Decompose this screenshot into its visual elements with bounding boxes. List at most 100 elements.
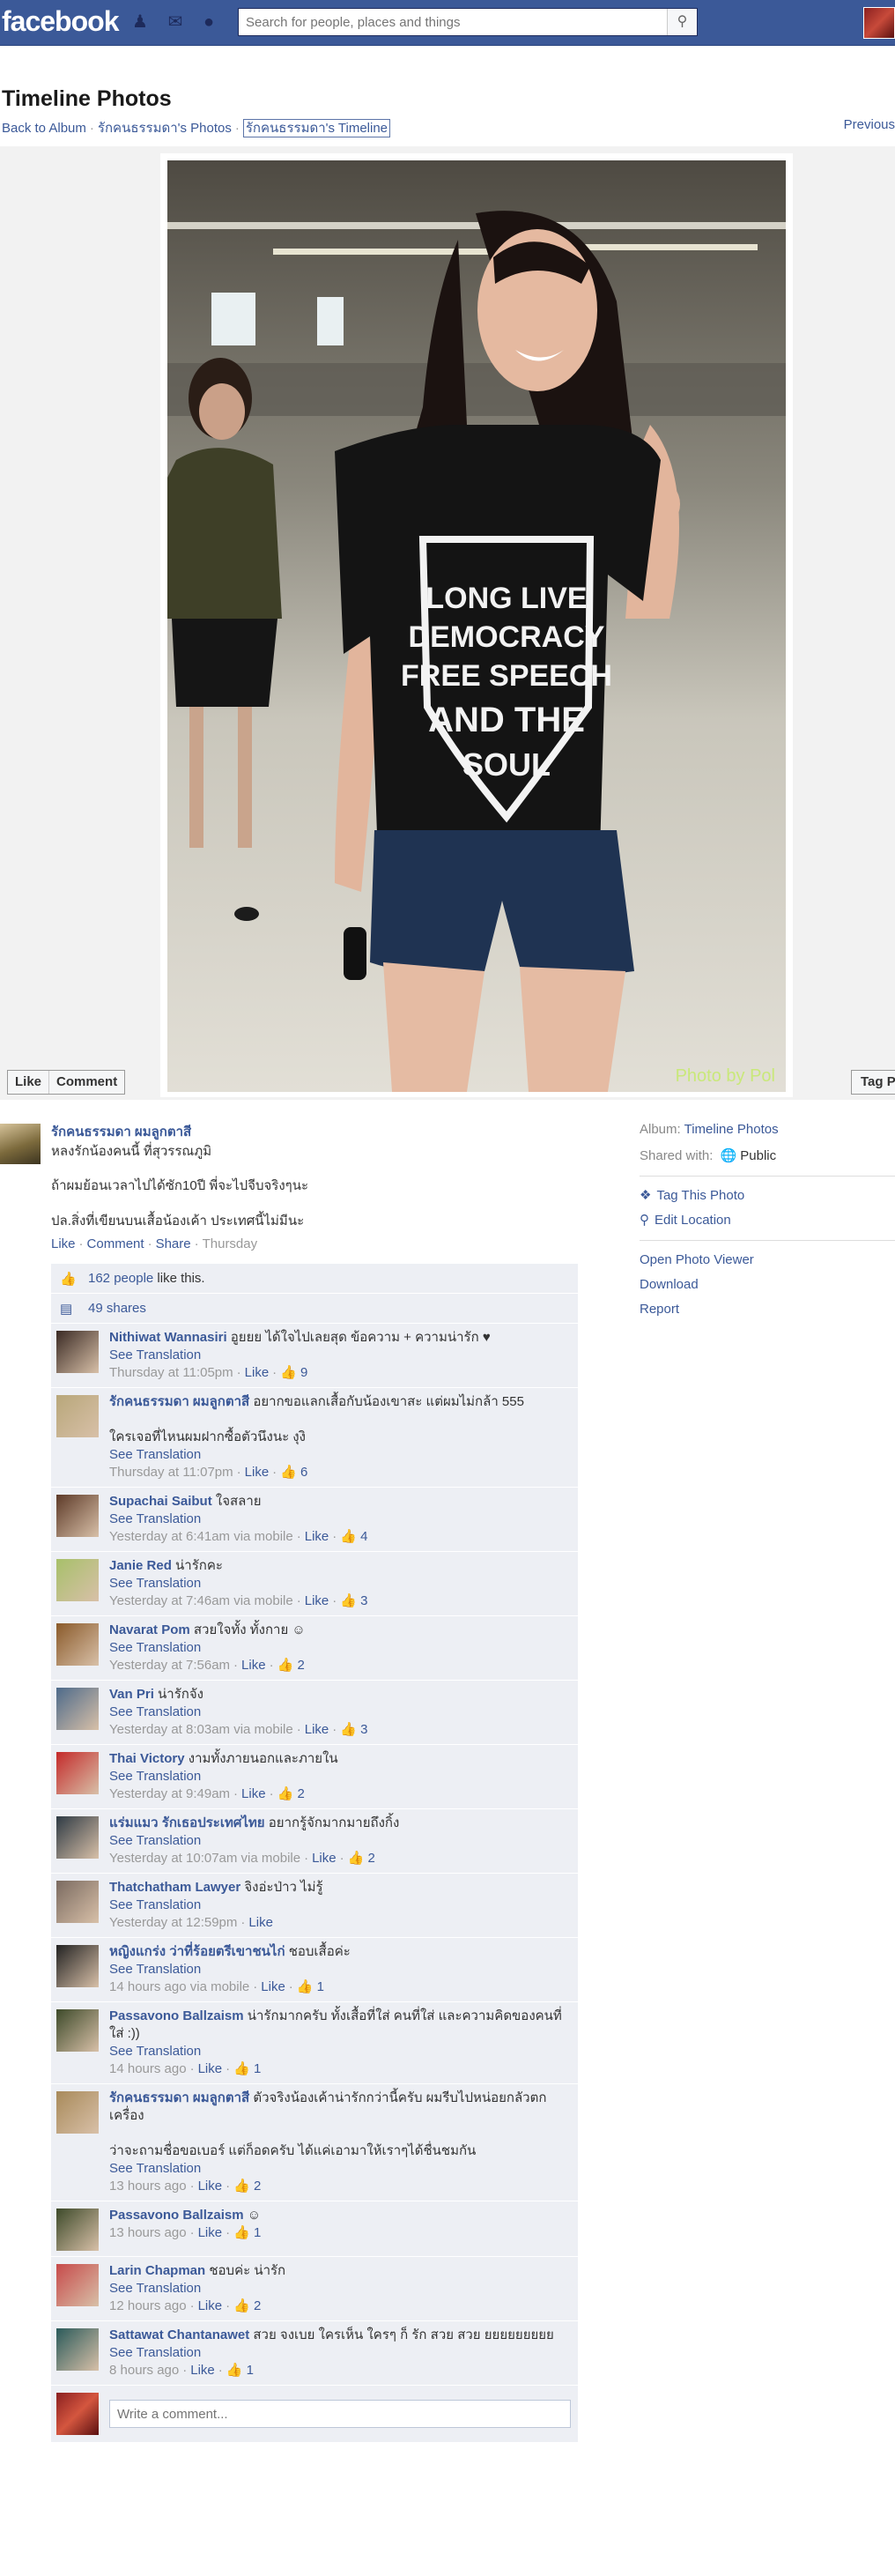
facebook-logo[interactable]: facebook <box>2 5 119 38</box>
see-translation-link[interactable]: See Translation <box>109 2044 201 2059</box>
see-translation-link[interactable]: See Translation <box>109 2345 201 2360</box>
comment-time[interactable]: 13 hours ago <box>109 2179 187 2194</box>
see-translation-link[interactable]: See Translation <box>109 1962 201 1977</box>
comment-like-link[interactable]: Like <box>198 2225 223 2240</box>
messages-icon[interactable]: ✉ <box>166 12 185 32</box>
comment-avatar[interactable] <box>56 1395 99 1437</box>
comment-author-link[interactable]: หญิงแกร่ง ว่าที่ร้อยตรีเขาชนไก่ <box>109 1944 285 1959</box>
comment-avatar[interactable] <box>56 1752 99 1794</box>
comment-author-link[interactable]: แร่มแมว รักเธอประเทศไทย <box>109 1815 265 1830</box>
comment-avatar[interactable] <box>56 1881 99 1923</box>
comment-likes-count[interactable]: 👍 3 <box>340 1593 367 1608</box>
comment-avatar[interactable] <box>56 2091 99 2134</box>
comment-like-link[interactable]: Like <box>190 2363 215 2378</box>
comment-like-link[interactable]: Like <box>305 1722 329 1737</box>
comment-likes-count[interactable]: 👍 3 <box>340 1722 367 1737</box>
post-timestamp[interactable]: Thursday <box>203 1236 258 1251</box>
see-translation-link[interactable]: See Translation <box>109 2281 201 2296</box>
photo-like-button[interactable]: Like <box>8 1071 48 1094</box>
comment-time[interactable]: 14 hours ago via mobile <box>109 1979 249 1994</box>
comment-likes-count[interactable]: 👍 4 <box>340 1529 367 1544</box>
comment-like-link[interactable]: Like <box>312 1851 337 1866</box>
owner-name-link[interactable]: รักคนธรรมดา ผมลูกตาสี <box>51 1121 191 1142</box>
profile-avatar[interactable] <box>863 7 895 39</box>
comment-likes-count[interactable]: 👍 9 <box>280 1365 307 1380</box>
comment-likes-count[interactable]: 👍 2 <box>277 1786 305 1801</box>
comment-input[interactable] <box>109 2400 571 2428</box>
see-translation-link[interactable]: See Translation <box>109 1897 201 1912</box>
comment-like-link[interactable]: Like <box>248 1915 273 1930</box>
comment-author-link[interactable]: Thatchatham Lawyer <box>109 1880 240 1895</box>
shares-count-link[interactable]: 49 shares <box>88 1301 146 1316</box>
comment-like-link[interactable]: Like <box>305 1593 329 1608</box>
notifications-icon[interactable]: ● <box>199 12 218 32</box>
comment-time[interactable]: 14 hours ago <box>109 2061 187 2076</box>
download-link[interactable]: Download <box>640 1277 699 1292</box>
comment-like-link[interactable]: Like <box>245 1465 270 1480</box>
comment-avatar[interactable] <box>56 1559 99 1601</box>
comment-likes-count[interactable]: 👍 2 <box>233 2179 261 2194</box>
comment-author-link[interactable]: Van Pri <box>109 1687 154 1702</box>
comment-author-link[interactable]: Nithiwat Wannasiri <box>109 1330 227 1345</box>
see-translation-link[interactable]: See Translation <box>109 1447 201 1462</box>
comment-likes-count[interactable]: 👍 1 <box>226 2363 254 2378</box>
comment-likes-count[interactable]: 👍 1 <box>233 2225 261 2240</box>
comment-time[interactable]: Yesterday at 10:07am via mobile <box>109 1851 300 1866</box>
main-photo[interactable]: LONG LIVE DEMOCRACY FREE SPEECH AND THE … <box>167 160 786 1092</box>
comment-avatar[interactable] <box>56 2009 99 2052</box>
comment-time[interactable]: Yesterday at 8:03am via mobile <box>109 1722 293 1737</box>
comment-like-link[interactable]: Like <box>241 1658 266 1673</box>
comment-author-link[interactable]: Supachai Saibut <box>109 1494 212 1509</box>
comment-likes-count[interactable]: 👍 1 <box>297 1979 324 1994</box>
comment-like-link[interactable]: Like <box>241 1786 266 1801</box>
report-link[interactable]: Report <box>640 1302 679 1317</box>
photos-link[interactable]: รักคนธรรมดา's Photos <box>98 121 232 136</box>
comment-author-link[interactable]: รักคนธรรมดา ผมลูกตาสี <box>109 1394 249 1409</box>
comment-like-link[interactable]: Like <box>305 1529 329 1544</box>
comment-likes-count[interactable]: 👍 1 <box>233 2061 261 2076</box>
open-photo-viewer-link[interactable]: Open Photo Viewer <box>640 1252 754 1267</box>
comment-time[interactable]: Yesterday at 6:41am via mobile <box>109 1529 293 1544</box>
album-link[interactable]: Timeline Photos <box>684 1122 779 1137</box>
comment-time[interactable]: Yesterday at 12:59pm <box>109 1915 237 1930</box>
comment-time[interactable]: 13 hours ago <box>109 2225 187 2240</box>
post-comment-link[interactable]: Comment <box>87 1236 144 1251</box>
privacy-value[interactable]: Public <box>740 1148 776 1163</box>
search-icon[interactable]: ⚲ <box>667 9 697 35</box>
comment-likes-count[interactable]: 👍 2 <box>233 2298 261 2313</box>
see-translation-link[interactable]: See Translation <box>109 1576 201 1591</box>
back-to-album-link[interactable]: Back to Album <box>2 121 86 136</box>
owner-avatar[interactable] <box>0 1124 41 1164</box>
comment-likes-count[interactable]: 👍 2 <box>348 1851 375 1866</box>
comment-author-link[interactable]: Janie Red <box>109 1558 172 1573</box>
comment-like-link[interactable]: Like <box>245 1365 270 1380</box>
comment-avatar[interactable] <box>56 2209 99 2251</box>
comment-time[interactable]: 12 hours ago <box>109 2298 187 2313</box>
comment-author-link[interactable]: รักคนธรรมดา ผมลูกตาสี <box>109 2090 249 2105</box>
comment-like-link[interactable]: Like <box>198 2179 223 2194</box>
comment-avatar[interactable] <box>56 1945 99 1987</box>
post-like-link[interactable]: Like <box>51 1236 76 1251</box>
comment-avatar[interactable] <box>56 1688 99 1730</box>
comment-author-link[interactable]: Sattawat Chantanawet <box>109 2327 249 2342</box>
see-translation-link[interactable]: See Translation <box>109 1347 201 1362</box>
timeline-link[interactable]: รักคนธรรมดา's Timeline <box>242 119 391 137</box>
comment-avatar[interactable] <box>56 2328 99 2371</box>
see-translation-link[interactable]: See Translation <box>109 2161 201 2176</box>
comment-author-link[interactable]: Thai Victory <box>109 1751 185 1766</box>
see-translation-link[interactable]: See Translation <box>109 1511 201 1526</box>
comment-time[interactable]: Yesterday at 7:56am <box>109 1658 230 1673</box>
comment-like-link[interactable]: Like <box>198 2298 223 2313</box>
comment-author-link[interactable]: Passavono Ballzaism <box>109 2208 244 2223</box>
comment-likes-count[interactable]: 👍 6 <box>280 1465 307 1480</box>
tag-photo-button[interactable]: Tag Photo <box>851 1070 895 1095</box>
comment-time[interactable]: Yesterday at 7:46am via mobile <box>109 1593 293 1608</box>
comment-time[interactable]: Thursday at 11:07pm <box>109 1465 233 1480</box>
see-translation-link[interactable]: See Translation <box>109 1640 201 1655</box>
comment-like-link[interactable]: Like <box>261 1979 285 1994</box>
comment-time[interactable]: Thursday at 11:05pm <box>109 1365 233 1380</box>
comment-avatar[interactable] <box>56 1816 99 1859</box>
photo-comment-button[interactable]: Comment <box>48 1071 124 1094</box>
comment-author-link[interactable]: Navarat Pom <box>109 1622 190 1637</box>
comment-author-link[interactable]: Passavono Ballzaism <box>109 2008 244 2023</box>
